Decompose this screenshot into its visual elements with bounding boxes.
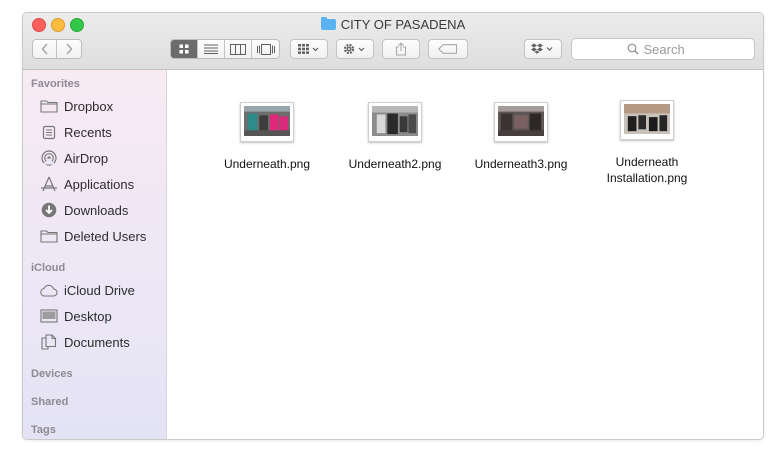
sidebar-item-label: Downloads (64, 202, 129, 218)
file-item[interactable]: Underneath3.png (465, 102, 577, 172)
list-view-button[interactable] (198, 40, 226, 58)
file-item[interactable]: Underneath.png (211, 102, 323, 172)
search-field[interactable] (571, 38, 755, 60)
sidebar-section-icloud: iCloud (31, 262, 66, 274)
finder-window: CITY OF PASADENA Search Favorites Dropbo… (22, 12, 764, 440)
file-thumbnail (240, 102, 294, 142)
recents-icon (39, 124, 58, 140)
sidebar-item-airdrop[interactable]: AirDrop (39, 147, 164, 169)
sidebar-item-label: AirDrop (64, 150, 109, 166)
tag-button[interactable] (428, 39, 468, 59)
file-item[interactable]: Underneath2.png (339, 102, 451, 172)
file-browser[interactable]: Underneath.png Underneath2.png Underneat… (167, 70, 763, 439)
sidebar-item-label: Desktop (64, 308, 112, 324)
sidebar-item-downloads[interactable]: Downloads (39, 199, 164, 221)
window-title: CITY OF PASADENA (23, 17, 763, 32)
share-button[interactable] (382, 39, 420, 59)
sidebar-item-label: Applications (64, 176, 135, 192)
airdrop-icon (39, 150, 58, 166)
chevron-left-icon (41, 43, 48, 55)
sidebar-section-devices[interactable]: Devices (31, 368, 73, 380)
chevron-right-icon (66, 43, 73, 55)
downloads-icon (39, 202, 58, 218)
arrange-grid-icon (298, 44, 319, 54)
sidebar-section-shared[interactable]: Shared (31, 396, 68, 408)
sidebar-item-desktop[interactable]: Desktop (39, 305, 164, 327)
cover-flow-icon (256, 43, 275, 55)
sidebar-item-documents[interactable]: Documents (39, 331, 164, 353)
sidebar-item-label: Deleted Users (64, 228, 147, 244)
cloud-icon (39, 282, 58, 298)
column-view-icon (230, 43, 247, 55)
forward-button[interactable] (57, 40, 81, 58)
tag-icon (438, 44, 458, 54)
search-input[interactable] (643, 41, 700, 57)
folder-icon (39, 98, 58, 114)
file-name: Underneath Installation.png (606, 155, 688, 185)
window-title-text: CITY OF PASADENA (340, 17, 466, 32)
dropbox-icon (531, 43, 553, 54)
sidebar-item-recents[interactable]: Recents (39, 121, 164, 143)
view-mode-control (170, 39, 280, 59)
sidebar-item-applications[interactable]: Applications (39, 173, 164, 195)
applications-icon (39, 176, 58, 192)
icon-view-button[interactable] (171, 40, 199, 58)
file-thumbnail (620, 100, 674, 140)
folder-icon (320, 17, 336, 30)
gear-icon (343, 43, 365, 55)
sidebar-item-dropbox[interactable]: Dropbox (39, 95, 164, 117)
sidebar-item-deleted-users[interactable]: Deleted Users (39, 225, 164, 247)
cover-flow-button[interactable] (252, 40, 279, 58)
list-view-icon (204, 44, 219, 54)
file-thumbnail (494, 102, 548, 142)
share-icon (395, 42, 407, 56)
sidebar-section-favorites: Favorites (31, 78, 80, 90)
desktop-icon (39, 308, 58, 324)
back-button[interactable] (33, 40, 57, 58)
sidebar-item-icloud-drive[interactable]: iCloud Drive (39, 279, 164, 301)
documents-icon (39, 334, 58, 350)
file-name: Underneath3.png (474, 157, 568, 171)
search-icon (627, 43, 638, 55)
sidebar: Favorites Dropbox Recents AirDrop Applic… (23, 70, 167, 439)
file-thumbnail (368, 102, 422, 142)
sidebar-item-label: Dropbox (64, 98, 114, 114)
file-name: Underneath2.png (348, 157, 442, 171)
sidebar-item-label: iCloud Drive (64, 282, 135, 298)
back-forward-control (32, 39, 82, 59)
action-button[interactable] (336, 39, 374, 59)
column-view-button[interactable] (225, 40, 253, 58)
sidebar-item-label: Recents (64, 124, 112, 140)
file-item[interactable]: Underneath Installation.png (591, 100, 703, 186)
sidebar-section-tags[interactable]: Tags (31, 424, 56, 436)
sidebar-item-label: Documents (64, 334, 130, 350)
file-name: Underneath.png (223, 157, 311, 171)
dropbox-button[interactable] (524, 39, 562, 59)
folder-icon (39, 228, 58, 244)
icon-view-icon (179, 44, 189, 54)
arrange-button[interactable] (290, 39, 328, 59)
title-bar[interactable]: CITY OF PASADENA (23, 13, 763, 70)
